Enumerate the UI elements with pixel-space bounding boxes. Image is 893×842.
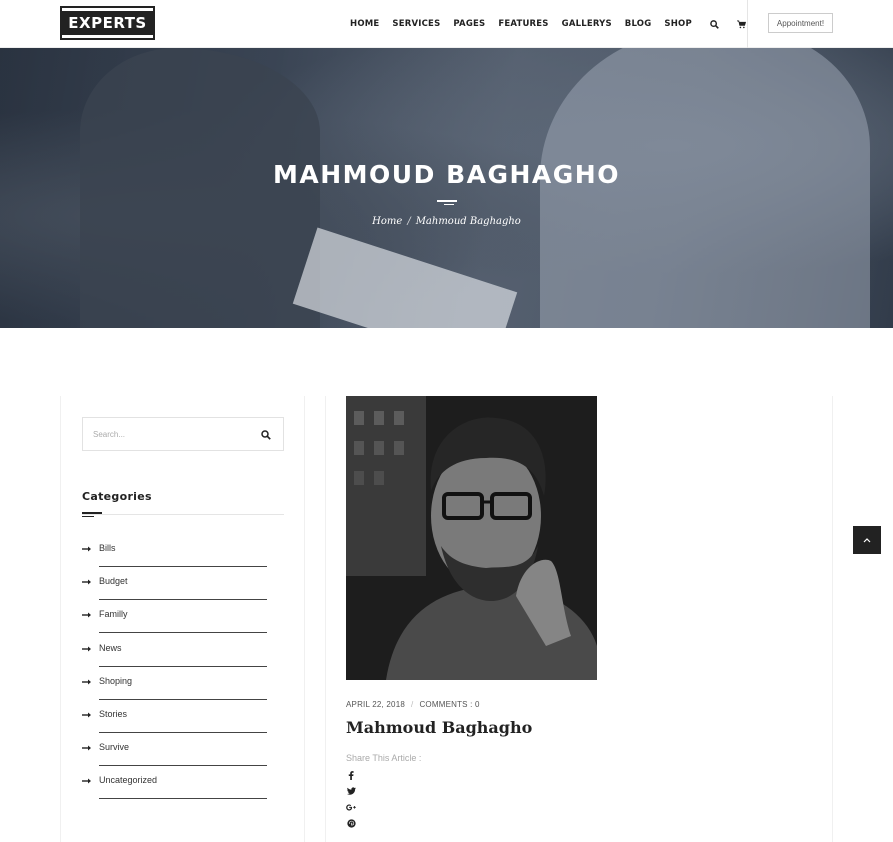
- category-divider: [99, 765, 267, 767]
- category-divider: [99, 665, 267, 667]
- pinterest-icon[interactable]: [346, 818, 356, 828]
- nav-blog[interactable]: BLOG: [625, 19, 652, 29]
- category-item[interactable]: Stories: [82, 701, 272, 734]
- nav-services[interactable]: SERVICES: [392, 19, 440, 29]
- article-comments[interactable]: COMMENTS : 0: [419, 700, 479, 709]
- category-label: Survive: [99, 742, 130, 753]
- category-item[interactable]: Familly: [82, 601, 272, 634]
- category-list: Bills Budget Familly News Shoping Storie…: [82, 535, 272, 801]
- category-item[interactable]: Budget: [82, 568, 272, 601]
- category-divider: [99, 731, 267, 733]
- categories-heading: Categories: [82, 490, 152, 503]
- arrow-right-icon: [82, 778, 91, 784]
- category-divider: [99, 798, 267, 800]
- category-label: Uncategorized: [99, 775, 158, 786]
- article-main: APRIL 22, 2018 / COMMENTS : 0 Mahmoud Bagh…: [325, 396, 833, 842]
- facebook-icon[interactable]: [346, 770, 356, 780]
- arrow-right-icon: [82, 646, 91, 652]
- category-item[interactable]: Shoping: [82, 668, 272, 701]
- category-item[interactable]: Uncategorized: [82, 767, 272, 800]
- nav-gallerys[interactable]: GALLERYS: [562, 19, 612, 29]
- article-featured-image[interactable]: [346, 396, 597, 680]
- hero-background-clipboard: [292, 227, 518, 328]
- arrow-right-icon: [82, 579, 91, 585]
- category-label: Familly: [99, 609, 128, 620]
- google-plus-icon[interactable]: [346, 802, 356, 812]
- arrow-right-icon: [82, 679, 91, 685]
- category-divider: [99, 566, 267, 567]
- arrow-right-icon: [82, 712, 91, 718]
- category-item[interactable]: Survive: [82, 734, 272, 767]
- article-title: Mahmoud Baghagho: [346, 718, 533, 737]
- search-icon[interactable]: [708, 17, 722, 31]
- title-underline: [444, 204, 454, 205]
- category-item[interactable]: Bills: [82, 535, 272, 568]
- category-label: News: [99, 642, 122, 653]
- search-input[interactable]: [93, 418, 253, 450]
- breadcrumb-current: Mahmoud Baghagho: [415, 216, 521, 227]
- chevron-up-icon: [863, 538, 871, 543]
- site-header: EXPERTS HOME SERVICES PAGES FEATURES GAL…: [0, 0, 893, 48]
- nav-features[interactable]: FEATURES: [498, 19, 548, 29]
- category-label: Budget: [99, 576, 128, 587]
- site-logo[interactable]: EXPERTS: [60, 6, 155, 40]
- article-meta: APRIL 22, 2018 / COMMENTS : 0: [346, 700, 480, 709]
- nav-shop[interactable]: SHOP: [664, 19, 692, 29]
- nav-home[interactable]: HOME: [350, 19, 379, 29]
- page-hero: MAHMOUD BAGHAGHO Home / Mahmoud Baghagho: [0, 48, 893, 328]
- category-label: Bills: [99, 543, 116, 553]
- nav-divider: [747, 0, 748, 48]
- twitter-icon[interactable]: [346, 786, 356, 796]
- title-underline: [437, 200, 457, 202]
- arrow-right-icon: [82, 612, 91, 618]
- category-divider: [99, 599, 267, 601]
- appointment-button[interactable]: Appointment!: [768, 13, 833, 33]
- meta-separator: /: [411, 700, 414, 709]
- heading-rule: [82, 514, 284, 515]
- article-date[interactable]: APRIL 22, 2018: [346, 700, 405, 709]
- arrow-right-icon: [82, 745, 91, 751]
- logo-text: EXPERTS: [62, 11, 153, 35]
- category-item[interactable]: News: [82, 635, 272, 668]
- category-label: Stories: [99, 708, 128, 719]
- heading-accent: [82, 512, 102, 514]
- page-title: MAHMOUD BAGHAGHO: [273, 160, 620, 189]
- arrow-right-icon: [82, 546, 91, 552]
- main-nav: HOME SERVICES PAGES FEATURES GALLERYS BL…: [345, 0, 754, 48]
- breadcrumb-separator: /: [407, 216, 411, 227]
- nav-pages[interactable]: PAGES: [453, 19, 485, 29]
- back-to-top-button[interactable]: [853, 526, 881, 554]
- category-divider: [99, 698, 267, 700]
- search-box: [82, 417, 284, 451]
- share-label: Share This Article :: [346, 753, 422, 763]
- search-icon[interactable]: [261, 427, 275, 441]
- category-label: Shoping: [99, 675, 133, 686]
- category-divider: [99, 632, 267, 634]
- heading-accent: [82, 516, 94, 517]
- sidebar: Categories Bills Budget Familly News Sho…: [60, 396, 305, 842]
- breadcrumb-home-link[interactable]: Home: [372, 216, 402, 227]
- breadcrumb: Home / Mahmoud Baghagho: [0, 216, 893, 227]
